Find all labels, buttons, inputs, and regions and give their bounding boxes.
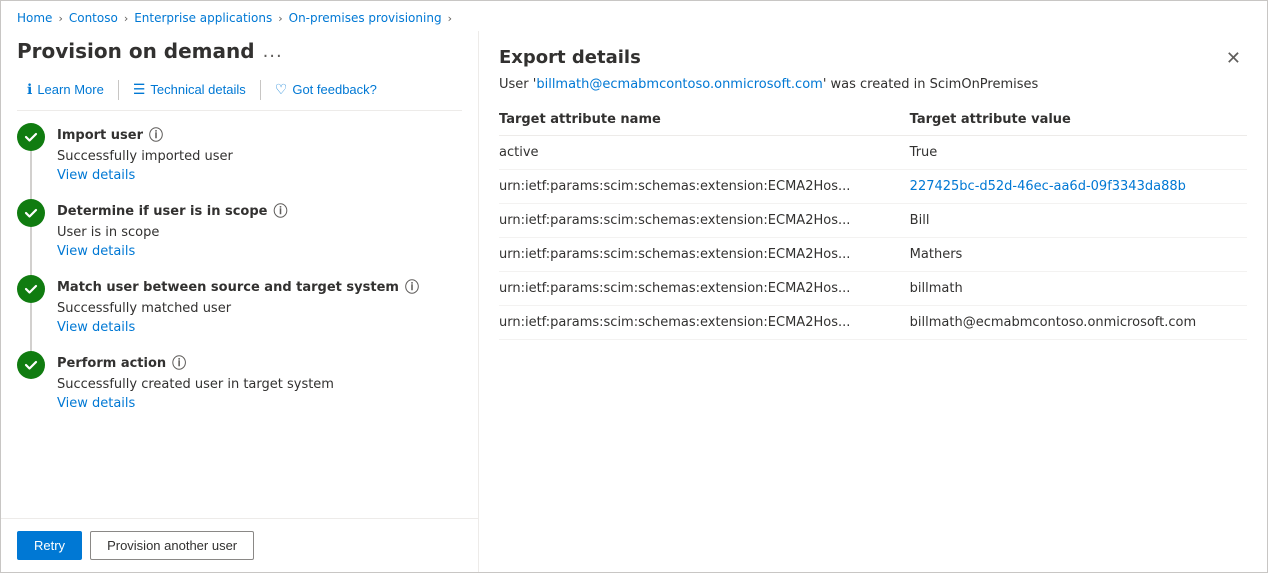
attr-value-cell: 227425bc-d52d-46ec-aa6d-09f3343da88b (910, 170, 1247, 204)
export-status: User 'billmath@ecmabmcontoso.onmicrosoft… (479, 77, 1267, 104)
step-check-1 (17, 123, 45, 151)
step-content-2: Determine if user is in scope ⓘ User is … (57, 199, 462, 259)
breadcrumb: Home › Contoso › Enterprise applications… (1, 1, 1267, 31)
left-header: Provision on demand ... ℹ Learn More ☰ T… (1, 31, 478, 111)
step-info-icon-3[interactable]: ⓘ (405, 277, 419, 297)
step-info-icon-4[interactable]: ⓘ (172, 353, 186, 373)
step-desc-1: Successfully imported user (57, 149, 462, 164)
table-row: urn:ietf:params:scim:schemas:extension:E… (499, 238, 1247, 272)
table-row: urn:ietf:params:scim:schemas:extension:E… (499, 272, 1247, 306)
info-icon: ℹ (27, 81, 32, 98)
step-check-3 (17, 275, 45, 303)
step-determine-scope: Determine if user is in scope ⓘ User is … (17, 199, 462, 259)
step-check-2 (17, 199, 45, 227)
attr-name-cell: active (499, 136, 910, 170)
list-icon: ☰ (133, 81, 146, 98)
table-row: urn:ietf:params:scim:schemas:extension:E… (499, 204, 1247, 238)
step-link-2[interactable]: View details (57, 244, 135, 259)
learn-more-label: Learn More (37, 82, 103, 97)
right-header: Export details ✕ (479, 31, 1267, 77)
feedback-button[interactable]: ♡ Got feedback? (265, 77, 387, 102)
step-perform-action: Perform action ⓘ Successfully created us… (17, 351, 462, 411)
table-area: Target attribute name Target attribute v… (479, 104, 1267, 572)
attr-value-cell: Bill (910, 204, 1247, 238)
step-link-1[interactable]: View details (57, 168, 135, 183)
technical-details-label: Technical details (150, 82, 245, 97)
page-title-row: Provision on demand ... (17, 39, 462, 63)
provision-another-button[interactable]: Provision another user (90, 531, 254, 560)
attr-value-cell: billmath@ecmabmcontoso.onmicrosoft.com (910, 306, 1247, 340)
left-footer: Retry Provision another user (1, 518, 478, 572)
step-title-4: Perform action ⓘ (57, 353, 462, 373)
attr-value-cell: True (910, 136, 1247, 170)
step-desc-2: User is in scope (57, 225, 462, 240)
check-icon-4 (23, 357, 39, 373)
step-title-1: Import user ⓘ (57, 125, 462, 145)
close-button[interactable]: ✕ (1220, 47, 1247, 69)
attr-value-cell: billmath (910, 272, 1247, 306)
right-title: Export details (499, 47, 641, 68)
attr-name-cell: urn:ietf:params:scim:schemas:extension:E… (499, 306, 910, 340)
breadcrumb-enterprise-apps[interactable]: Enterprise applications (134, 11, 272, 25)
step-desc-3: Successfully matched user (57, 301, 462, 316)
col-attr-name: Target attribute name (499, 104, 910, 136)
step-content-3: Match user between source and target sys… (57, 275, 462, 335)
step-content-4: Perform action ⓘ Successfully created us… (57, 351, 462, 411)
toolbar-divider-1 (118, 80, 119, 100)
main-window: Home › Contoso › Enterprise applications… (0, 0, 1268, 573)
toolbar: ℹ Learn More ☰ Technical details ♡ Got f… (17, 71, 462, 111)
steps-area: Import user ⓘ Successfully imported user… (1, 111, 478, 518)
learn-more-button[interactable]: ℹ Learn More (17, 77, 114, 102)
breadcrumb-on-premises[interactable]: On-premises provisioning (289, 11, 442, 25)
table-row: activeTrue (499, 136, 1247, 170)
step-import-user: Import user ⓘ Successfully imported user… (17, 123, 462, 183)
technical-details-button[interactable]: ☰ Technical details (123, 77, 256, 102)
check-icon-3 (23, 281, 39, 297)
left-panel: Provision on demand ... ℹ Learn More ☰ T… (1, 31, 479, 572)
step-title-2: Determine if user is in scope ⓘ (57, 201, 462, 221)
breadcrumb-contoso[interactable]: Contoso (69, 11, 118, 25)
page-title: Provision on demand (17, 39, 255, 63)
step-title-3: Match user between source and target sys… (57, 277, 462, 297)
col-attr-value: Target attribute value (910, 104, 1247, 136)
step-link-3[interactable]: View details (57, 320, 135, 335)
check-icon-1 (23, 129, 39, 145)
step-content-1: Import user ⓘ Successfully imported user… (57, 123, 462, 183)
attr-name-cell: urn:ietf:params:scim:schemas:extension:E… (499, 204, 910, 238)
attr-name-cell: urn:ietf:params:scim:schemas:extension:E… (499, 272, 910, 306)
more-options-icon[interactable]: ... (263, 41, 283, 62)
table-row: urn:ietf:params:scim:schemas:extension:E… (499, 306, 1247, 340)
attr-name-cell: urn:ietf:params:scim:schemas:extension:E… (499, 238, 910, 272)
step-info-icon-1[interactable]: ⓘ (149, 125, 163, 145)
table-row: urn:ietf:params:scim:schemas:extension:E… (499, 170, 1247, 204)
right-panel: Export details ✕ User 'billmath@ecmabmco… (479, 31, 1267, 572)
check-icon-2 (23, 205, 39, 221)
main-layout: Provision on demand ... ℹ Learn More ☰ T… (1, 31, 1267, 572)
attribute-table: Target attribute name Target attribute v… (499, 104, 1247, 340)
step-desc-4: Successfully created user in target syst… (57, 377, 462, 392)
toolbar-divider-2 (260, 80, 261, 100)
step-link-4[interactable]: View details (57, 396, 135, 411)
heart-icon: ♡ (275, 81, 288, 98)
attr-value-cell: Mathers (910, 238, 1247, 272)
step-match-user: Match user between source and target sys… (17, 275, 462, 335)
feedback-label: Got feedback? (292, 82, 377, 97)
step-info-icon-2[interactable]: ⓘ (274, 201, 288, 221)
breadcrumb-home[interactable]: Home (17, 11, 52, 25)
retry-button[interactable]: Retry (17, 531, 82, 560)
export-username: billmath@ecmabmcontoso.onmicrosoft.com (536, 77, 822, 92)
step-check-4 (17, 351, 45, 379)
attr-name-cell: urn:ietf:params:scim:schemas:extension:E… (499, 170, 910, 204)
